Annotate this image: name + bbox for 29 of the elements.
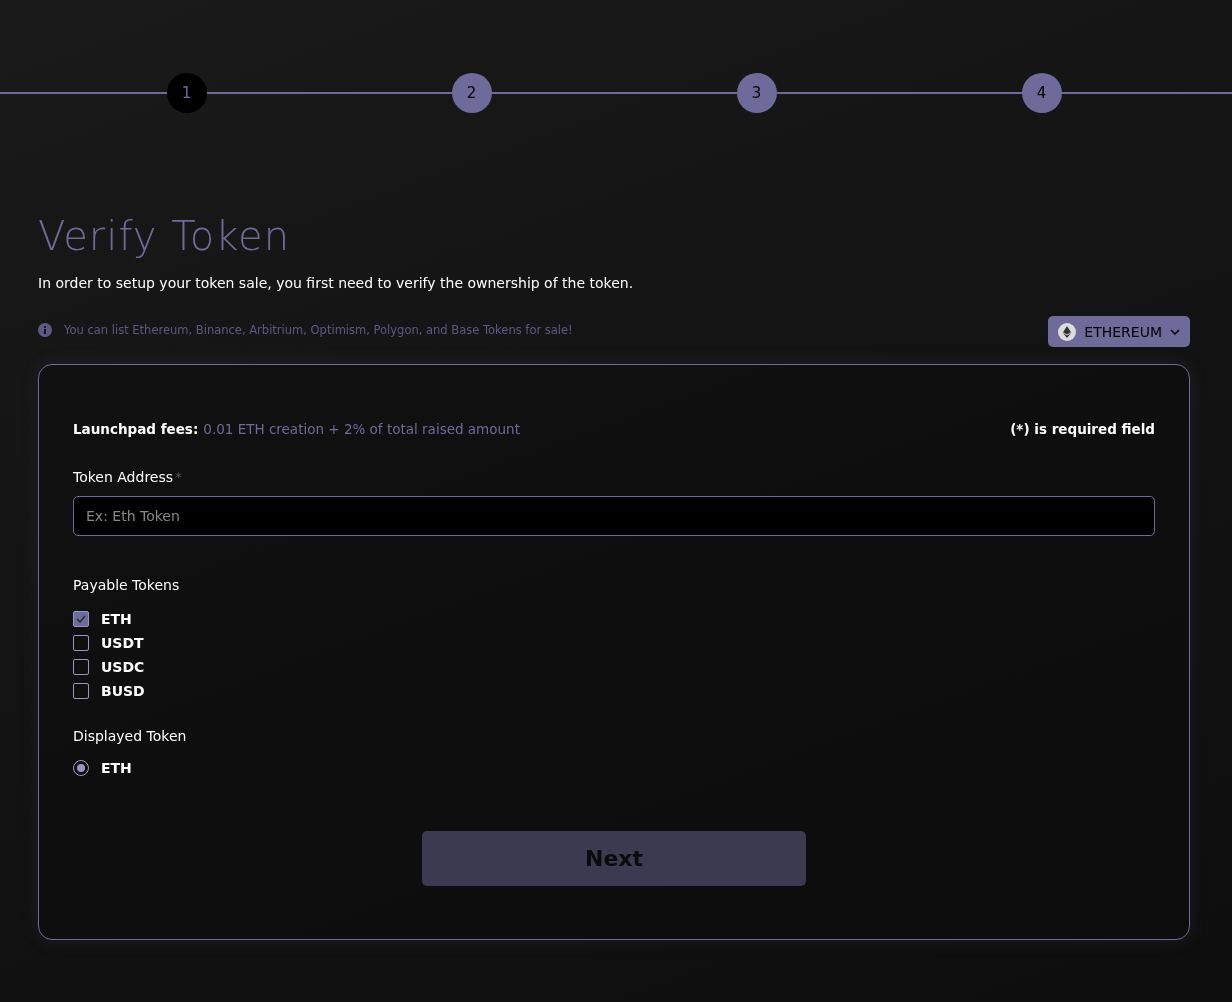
required-note: (*) is required field xyxy=(1010,421,1155,437)
checkbox[interactable] xyxy=(73,683,89,699)
fees-label: Launchpad fees: xyxy=(73,421,199,437)
token-address-input[interactable]: Ex: Eth Token xyxy=(73,496,1155,536)
ethereum-icon xyxy=(1058,322,1077,341)
page-title: Verify Token xyxy=(38,213,291,259)
step-circle[interactable]: 1 xyxy=(166,73,207,113)
chevron-down-icon xyxy=(1170,328,1180,335)
field-label: Displayed Token xyxy=(73,728,187,744)
option-label: ETH xyxy=(101,760,132,776)
network-dropdown[interactable]: ETHEREUM xyxy=(1048,316,1190,347)
option-label: USDT xyxy=(101,635,144,651)
checkbox[interactable] xyxy=(73,611,89,627)
field-label: Token Address xyxy=(73,469,174,485)
check-icon xyxy=(76,615,86,623)
info-icon xyxy=(38,323,52,337)
option-label: BUSD xyxy=(101,683,145,699)
option-label: USDC xyxy=(101,659,145,675)
page-description: In order to setup your token sale, you first need to verify the ownership of the token. xyxy=(38,275,635,291)
checkbox[interactable] xyxy=(73,635,89,651)
fees-value: 0.01 ETH creation + 2% of total raised amount xyxy=(203,421,520,437)
required-mark: * xyxy=(175,469,183,485)
step-circle[interactable]: 4 xyxy=(1021,73,1062,113)
checkbox[interactable] xyxy=(73,659,89,675)
field-label: Payable Tokens xyxy=(73,577,180,593)
step-circle[interactable]: 3 xyxy=(736,73,777,113)
info-text: You can list Ethereum, Binance, Arbitrium, Optimism, Polygon, and Base Tokens for sale! xyxy=(64,323,573,337)
option-label: ETH xyxy=(101,611,132,627)
step-circle[interactable]: 2 xyxy=(451,73,492,113)
